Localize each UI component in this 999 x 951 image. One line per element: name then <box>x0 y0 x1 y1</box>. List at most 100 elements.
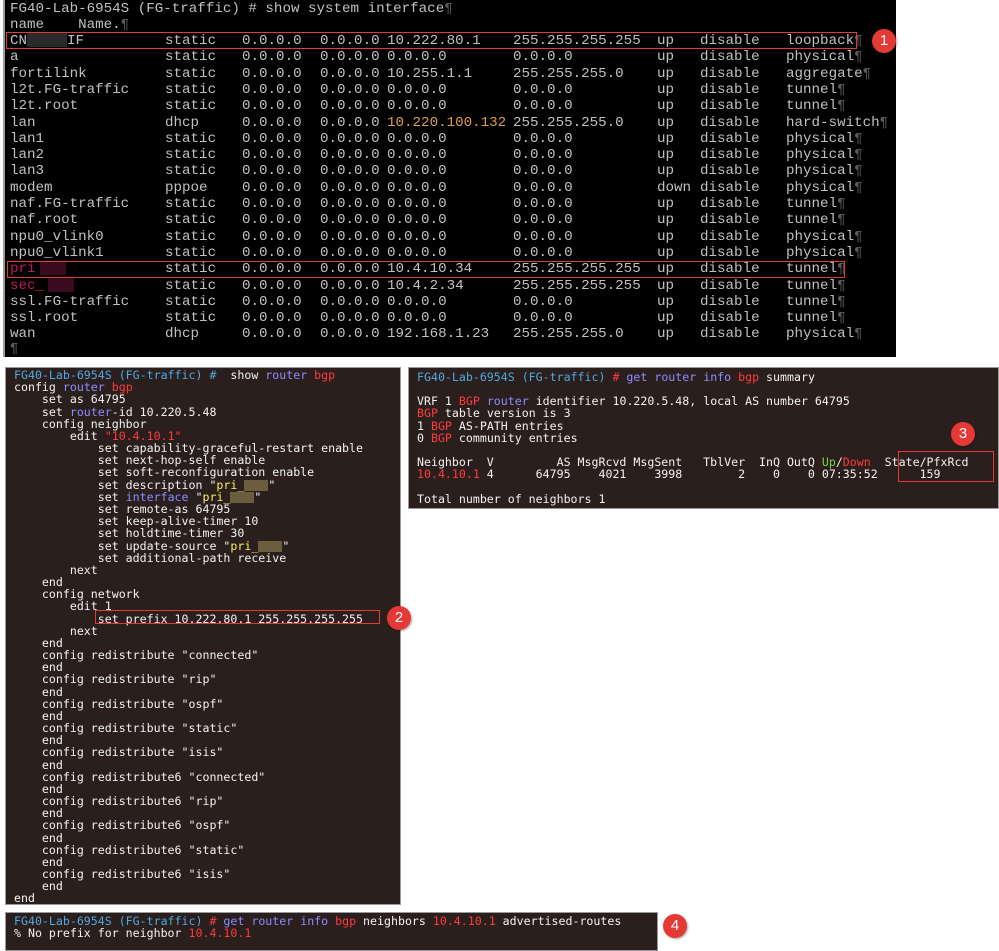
interface-name: pri <box>10 261 66 277</box>
interface-name: ssl.root <box>10 310 78 326</box>
field-b: 0.0.0.0 <box>320 326 380 343</box>
step-badge-3: 3 <box>951 422 975 446</box>
field-disable: disable <box>700 293 760 310</box>
prompt-hash: # <box>605 370 620 384</box>
text-segment: % No prefix for neighbor <box>14 926 189 940</box>
addressing-mode: static <box>165 212 217 229</box>
text-segment: advertised-routes <box>495 914 622 928</box>
text-segment: 0 <box>417 430 431 445</box>
ip-address: 0.0.0.0 <box>387 179 447 196</box>
field-a: 0.0.0.0 <box>242 310 302 327</box>
pilcrow: ¶ <box>444 1 453 17</box>
interface-name-text: lan3 <box>10 163 45 180</box>
step-badge-1: 1 <box>872 29 896 53</box>
prompt-command: show router bgp <box>216 368 335 382</box>
netmask: 255.255.255.0 <box>513 326 624 343</box>
interface-type: tunnel¶ <box>786 261 846 277</box>
field-a: 0.0.0.0 <box>242 179 302 196</box>
prompt-line: FG40-Lab-6954S (FG-traffic) # show syste… <box>10 1 453 17</box>
field-b: 0.0.0.0 <box>320 261 380 278</box>
ip-address: 0.0.0.0 <box>387 196 447 212</box>
field-b: 0.0.0.0 <box>320 147 380 164</box>
interface-name: l2t.root <box>10 98 78 114</box>
interface-name: wan <box>10 326 36 342</box>
link-status: up <box>657 326 675 343</box>
field-disable: disable <box>700 114 760 131</box>
link-status: down <box>657 179 692 196</box>
interface-name-text: lan1 <box>10 130 45 147</box>
redacted-block <box>27 33 68 48</box>
interface-type-text: tunnel <box>786 98 838 115</box>
field-disable: disable <box>700 179 760 196</box>
interface-type-text: tunnel <box>786 293 838 310</box>
field-b: 0.0.0.0 <box>320 130 380 147</box>
interface-type: physical¶ <box>786 229 863 245</box>
text-segment: Total number of neighbors 1 <box>417 491 606 506</box>
interface-name-text: l2t.root <box>10 98 79 115</box>
interface-name-text: l2t.FG-traffic <box>10 81 130 98</box>
addressing-mode: static <box>165 98 217 115</box>
field-disable: disable <box>700 196 760 212</box>
interface-type-text: tunnel <box>786 261 838 278</box>
interface-name-text: a <box>10 49 19 66</box>
text-segment: end <box>14 891 35 906</box>
terminal-show-system-interface: FG40-Lab-6954S (FG-traffic) # show syste… <box>3 0 896 357</box>
text-segment: 10.4.10.1 <box>188 926 252 940</box>
interface-name-text: naf.root <box>10 212 79 229</box>
interface-name: npu0_vlink1 <box>10 245 104 261</box>
interface-name-text: ssl.root <box>10 310 79 327</box>
terminal-show-router-bgp: FG40-Lab-6954S (FG-traffic) # show route… <box>5 367 401 905</box>
output-line: 0 BGP community entries <box>417 432 578 444</box>
link-status: up <box>657 98 675 115</box>
field-disable: disable <box>700 98 760 115</box>
field-a: 0.0.0.0 <box>242 65 302 82</box>
interface-name-text: npu0_vlink0 <box>10 228 104 245</box>
header-text: name Name. <box>10 17 121 33</box>
field-a: 0.0.0.0 <box>242 98 302 115</box>
ip-address: 0.0.0.0 <box>387 130 447 147</box>
pilcrow: ¶ <box>837 293 846 310</box>
addressing-mode: static <box>165 147 217 164</box>
interface-name: npu0_vlink0 <box>10 229 104 245</box>
ip-address: 0.0.0.0 <box>387 228 447 245</box>
link-status: up <box>657 147 675 164</box>
prompt-text: FG40-Lab-6954S (FG-traffic) # show syste… <box>10 1 445 17</box>
interface-name-text: modem <box>10 179 53 196</box>
field-a: 0.0.0.0 <box>242 147 302 164</box>
pilcrow: ¶ <box>837 261 846 278</box>
interface-name: naf.root <box>10 212 78 228</box>
ip-address: 0.0.0.0 <box>387 244 447 261</box>
redacted-block <box>230 491 255 503</box>
field-b: 0.0.0.0 <box>320 244 380 261</box>
text-segment: info <box>696 370 739 384</box>
field-disable: disable <box>700 244 760 261</box>
netmask: 0.0.0.0 <box>513 49 573 66</box>
link-status: up <box>657 196 675 212</box>
text-segment: neighbors <box>356 914 433 928</box>
link-status: up <box>657 277 675 294</box>
field-b: 0.0.0.0 <box>320 81 380 98</box>
interface-type: tunnel¶ <box>786 310 846 326</box>
field-a: 0.0.0.0 <box>242 228 302 245</box>
field-a: 0.0.0.0 <box>242 163 302 180</box>
interface-type-text: physical <box>786 244 855 261</box>
interface-name-text: naf.FG-traffic <box>10 196 130 212</box>
text-segment: BGP <box>430 430 452 445</box>
interface-type: tunnel¶ <box>786 82 846 98</box>
text-segment: bgp <box>335 914 357 928</box>
interface-type-text: physical <box>786 228 855 245</box>
field-b: 0.0.0.0 <box>320 277 380 294</box>
field-disable: disable <box>700 130 760 147</box>
field-disable: disable <box>700 49 760 66</box>
field-b: 0.0.0.0 <box>320 114 380 131</box>
text-segment: bgp <box>314 368 336 382</box>
ip-address: 10.255.1.1 <box>387 65 473 82</box>
interface-type-text: physical <box>786 163 855 180</box>
netmask: 0.0.0.0 <box>513 196 573 212</box>
field-disable: disable <box>700 163 760 180</box>
link-status: up <box>657 261 675 278</box>
addressing-mode: static <box>165 196 217 212</box>
field-b: 0.0.0.0 <box>320 293 380 310</box>
pilcrow: ¶ <box>854 33 863 49</box>
interface-type-text: tunnel <box>786 196 838 212</box>
